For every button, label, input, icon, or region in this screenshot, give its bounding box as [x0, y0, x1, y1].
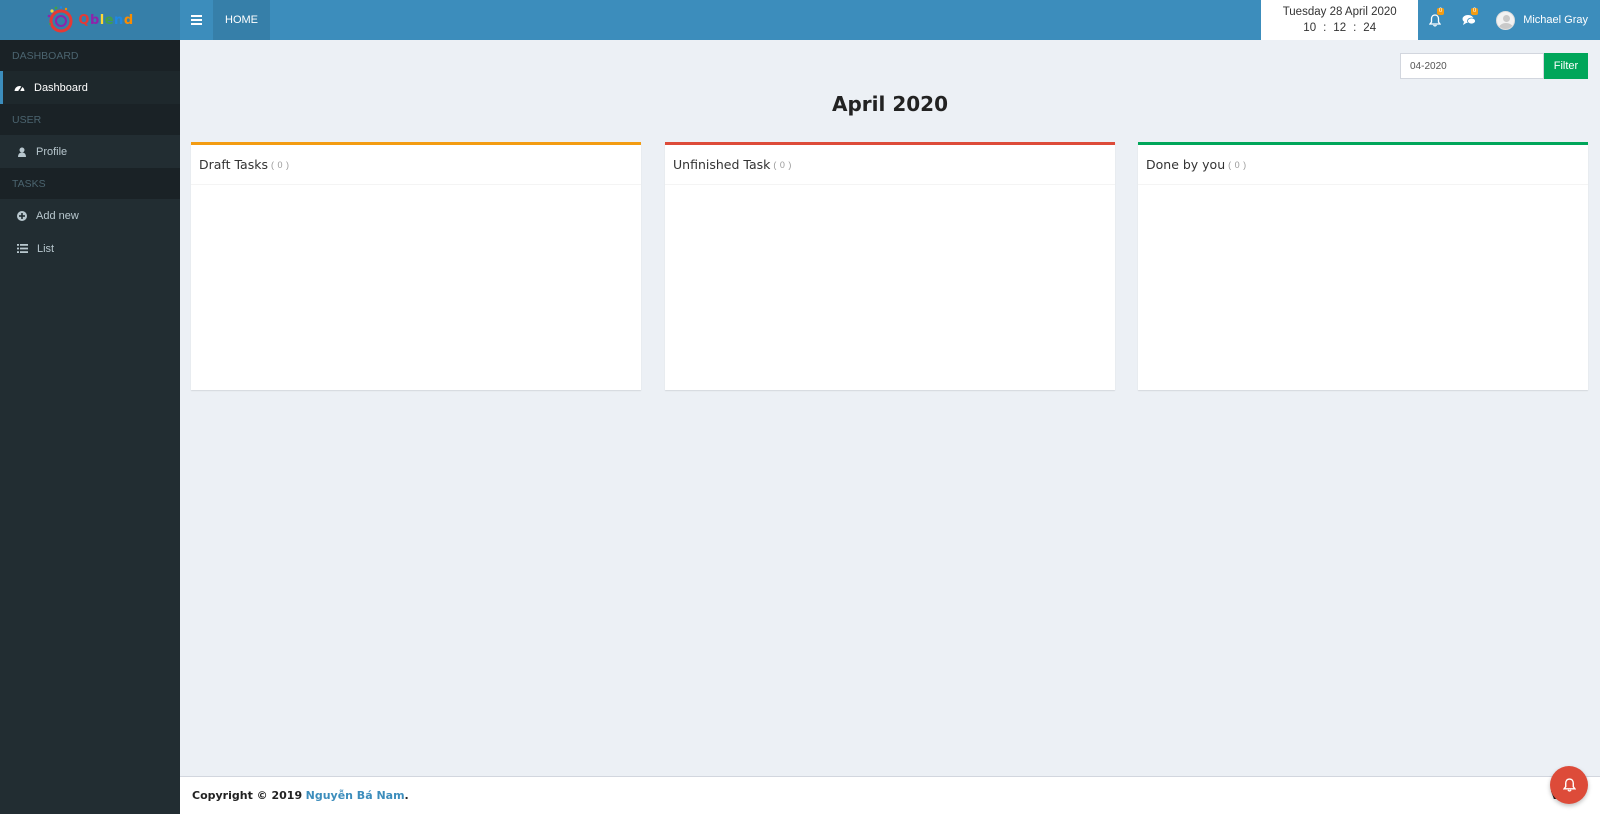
page-title: April 2020: [832, 92, 948, 116]
sidebar-header-tasks: TASKS: [0, 168, 180, 199]
bell-icon: [1562, 778, 1576, 792]
dashboard-icon: [14, 85, 25, 91]
box-header: Unfinished Task ( 0 ): [665, 145, 1115, 185]
sidebar-header-user: USER: [0, 104, 180, 135]
clock-time: 10:12:24: [1303, 22, 1377, 34]
logo-text: Qblend: [78, 12, 134, 28]
box-header: Done by you ( 0 ): [1138, 145, 1588, 185]
box-header: Draft Tasks ( 0 ): [191, 145, 641, 185]
clock-seconds: 24: [1363, 22, 1377, 34]
sidebar-item-add-new[interactable]: Add new: [0, 199, 180, 232]
sidebar-item-label: List: [37, 242, 55, 255]
filter-button[interactable]: Filter: [1544, 53, 1588, 79]
messages-button[interactable]: 0: [1452, 0, 1486, 40]
clock-widget: Tuesday 28 April 2020 10:12:24: [1261, 0, 1419, 40]
user-icon: [18, 147, 26, 157]
sidebar-item-dashboard[interactable]: Dashboard: [0, 71, 180, 104]
clock-minutes: 12: [1333, 22, 1347, 34]
draft-tasks-box: Draft Tasks ( 0 ): [191, 142, 641, 390]
sidebar-item-profile[interactable]: Profile: [0, 135, 180, 168]
box-count: ( 0 ): [270, 159, 290, 170]
copyright-text: Copyright © 2019: [192, 789, 303, 802]
box-count: ( 0 ): [1228, 159, 1247, 170]
home-tab[interactable]: HOME: [213, 0, 270, 40]
footer: Copyright © 2019 Nguyễn Bá Nam. Versi: [180, 776, 1600, 814]
plus-circle-icon: [17, 210, 27, 221]
top-navbar: Qblend HOME Tuesday 28 April 2020 10:12:…: [0, 0, 1600, 40]
box-title: Draft Tasks: [199, 157, 268, 172]
main-content: Filter April 2020 Draft Tasks ( 0 ) Unfi…: [180, 40, 1600, 776]
sidebar-item-label: Add new: [36, 209, 79, 222]
box-title: Unfinished Task: [673, 157, 771, 172]
copyright-period: .: [404, 789, 409, 802]
sidebar-item-label: Dashboard: [34, 81, 88, 94]
unfinished-task-box: Unfinished Task ( 0 ): [665, 142, 1115, 390]
sidebar-item-list[interactable]: List: [0, 232, 180, 265]
bell-icon: [1429, 13, 1442, 27]
author-link[interactable]: Nguyễn Bá Nam: [306, 789, 405, 802]
copyright: Copyright © 2019 Nguyễn Bá Nam.: [192, 789, 409, 802]
avatar: [1496, 10, 1516, 30]
box-count: ( 0 ): [773, 159, 792, 170]
sidebar: DASHBOARD Dashboard USER Profile TASKS A…: [0, 40, 180, 814]
comments-icon: [1462, 15, 1477, 25]
user-name: Michael Gray: [1523, 14, 1588, 26]
filter-form: Filter: [1400, 53, 1588, 79]
user-menu[interactable]: Michael Gray: [1486, 0, 1600, 40]
done-by-you-box: Done by you ( 0 ): [1138, 142, 1588, 390]
notifications-badge: 0: [1436, 8, 1445, 15]
sidebar-header-dashboard: DASHBOARD: [0, 40, 180, 71]
logo-mark-icon: [48, 6, 73, 33]
hamburger-icon: [191, 15, 202, 25]
sidebar-item-label: Profile: [36, 145, 68, 158]
notifications-button[interactable]: 0: [1418, 0, 1452, 40]
box-title: Done by you: [1146, 157, 1226, 172]
month-filter-input[interactable]: [1400, 53, 1544, 79]
clock-date: Tuesday 28 April 2020: [1282, 6, 1397, 18]
list-icon: [17, 244, 28, 253]
floating-notification-button[interactable]: [1550, 766, 1588, 804]
clock-hours: 10: [1303, 22, 1317, 34]
sidebar-toggle-button[interactable]: [180, 0, 213, 40]
logo[interactable]: Qblend: [0, 0, 180, 40]
messages-badge: 0: [1470, 8, 1479, 15]
